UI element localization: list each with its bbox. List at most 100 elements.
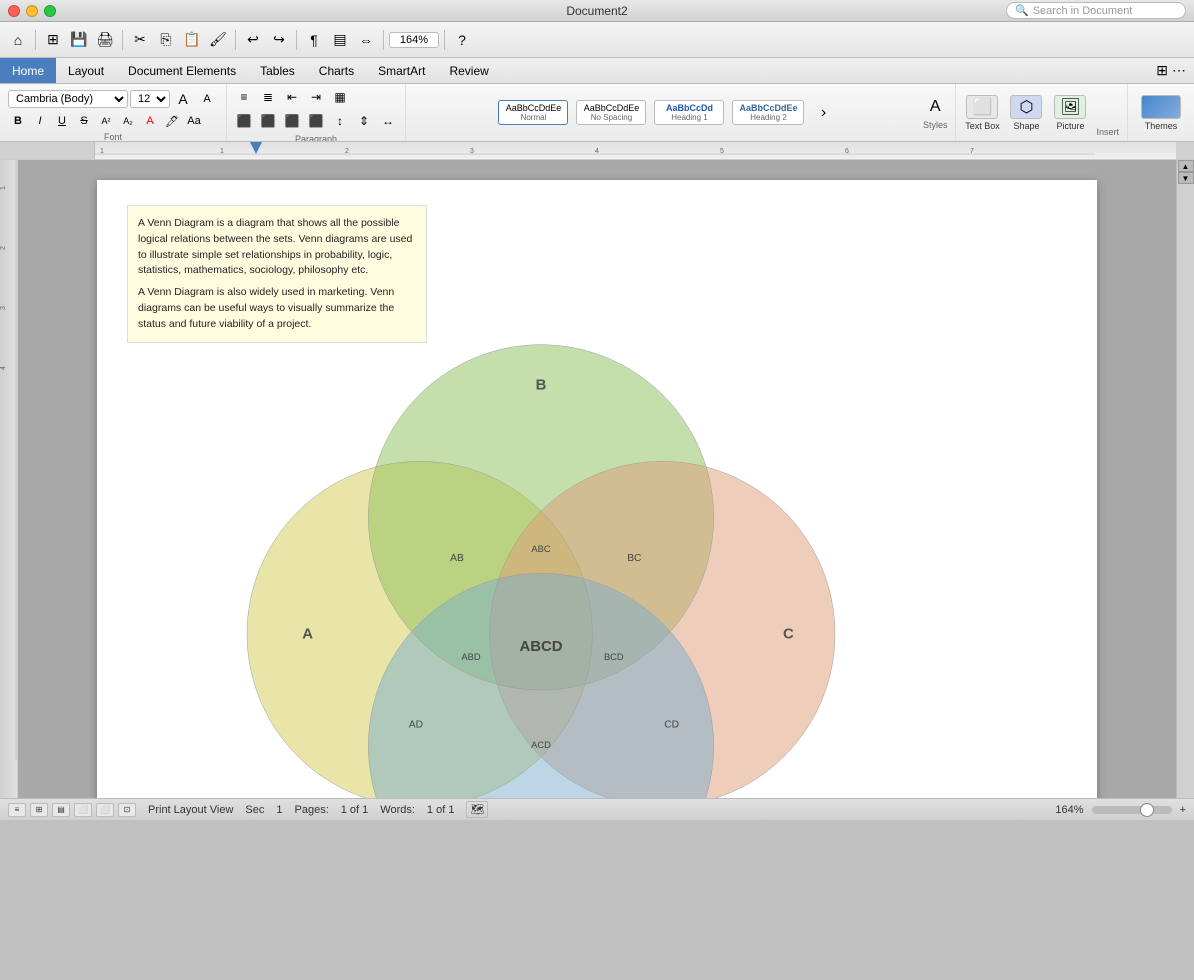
more-icon[interactable]: ⋯ — [1172, 62, 1186, 79]
minimize-button[interactable] — [26, 5, 38, 17]
section-label: Sec — [245, 804, 264, 816]
insert-picture[interactable]: 🖼 Picture — [1052, 95, 1088, 131]
font-name-select[interactable]: Cambria (Body) — [8, 90, 128, 108]
toolbar-sep-5 — [383, 30, 384, 50]
view-icon-2[interactable]: ⊞ — [30, 803, 48, 817]
themes-button[interactable]: Themes — [1136, 95, 1186, 131]
table-icon[interactable]: ⊞ — [41, 28, 65, 52]
view-icon-3[interactable]: ▤ — [52, 803, 70, 817]
font-color-btn[interactable]: A — [140, 112, 160, 130]
zoom-level[interactable]: 164% — [389, 32, 439, 48]
svg-text:6: 6 — [845, 148, 849, 155]
search-area[interactable]: 🔍 Search in Document — [1006, 2, 1186, 19]
subscript-btn[interactable]: A₂ — [118, 112, 138, 130]
styles-more-btn[interactable]: › — [812, 102, 834, 124]
menu-home[interactable]: Home — [0, 58, 56, 83]
change-styles-btn[interactable]: A — [924, 96, 946, 118]
svg-text:7: 7 — [970, 148, 974, 155]
status-right: 164% + — [1055, 804, 1186, 816]
label-abcd: ABCD — [519, 638, 562, 655]
menu-document-elements[interactable]: Document Elements — [116, 58, 248, 83]
svg-text:2: 2 — [345, 148, 349, 155]
style-no-spacing[interactable]: AaBbCcDdEe No Spacing — [576, 100, 646, 125]
para-spacing-btn[interactable]: ⇕ — [353, 110, 375, 132]
home-icon[interactable]: ⌂ — [6, 28, 30, 52]
bold-btn[interactable]: B — [8, 112, 28, 130]
font-grow-btn[interactable]: A — [172, 88, 194, 110]
underline-btn[interactable]: U — [52, 112, 72, 130]
map-icon[interactable]: 🗺 — [466, 801, 488, 818]
zoom-in-btn[interactable]: + — [1180, 804, 1186, 816]
align-center-btn[interactable]: ⬛ — [257, 110, 279, 132]
decrease-indent-btn[interactable]: ⇤ — [281, 86, 303, 108]
mirror-icon[interactable]: ⇔ — [354, 28, 378, 52]
insert-textbox[interactable]: ⬜ Text Box — [964, 95, 1000, 131]
align-justify-btn[interactable]: ⬛ — [305, 110, 327, 132]
ribbon: Cambria (Body) 12 A A B I U S A² A₂ A 🖊 … — [0, 84, 1194, 142]
undo-icon[interactable]: ↩ — [241, 28, 265, 52]
svg-text:3: 3 — [0, 306, 7, 310]
list-bullet-btn[interactable]: ≡ — [233, 86, 255, 108]
menu-charts[interactable]: Charts — [307, 58, 366, 83]
text-direction-btn[interactable]: ↔ — [377, 110, 399, 132]
save-icon[interactable]: 💾 — [67, 28, 91, 52]
label-bc: BC — [627, 553, 642, 564]
style-heading1[interactable]: AaBbCcDd Heading 1 — [654, 100, 724, 125]
layout-icon[interactable]: ▤ — [328, 28, 352, 52]
status-view-icons[interactable]: ≡ ⊞ ▤ ⬜ ⬜ ⊡ — [8, 803, 136, 817]
highlight-btn[interactable]: 🖊 — [162, 112, 182, 130]
close-button[interactable] — [8, 5, 20, 17]
font-section-label: Font — [8, 130, 218, 142]
page-area[interactable]: A Venn Diagram is a diagram that shows a… — [18, 160, 1176, 798]
paragraph-icon[interactable]: ¶ — [302, 28, 326, 52]
increase-indent-btn[interactable]: ⇥ — [305, 86, 327, 108]
font-shrink-btn[interactable]: A — [196, 88, 218, 110]
line-spacing-btn[interactable]: ↕ — [329, 110, 351, 132]
window-controls[interactable] — [8, 5, 56, 17]
view-icon-5[interactable]: ⬜ — [96, 803, 114, 817]
view-icon-4[interactable]: ⬜ — [74, 803, 92, 817]
search-box[interactable]: 🔍 Search in Document — [1006, 2, 1186, 19]
maximize-button[interactable] — [44, 5, 56, 17]
list-number-btn[interactable]: ≣ — [257, 86, 279, 108]
strikethrough-btn[interactable]: S — [74, 112, 94, 130]
menu-review[interactable]: Review — [437, 58, 500, 83]
insert-shape[interactable]: ⬡ Shape — [1008, 95, 1044, 131]
clear-format-btn[interactable]: Aa — [184, 112, 204, 130]
copy-icon[interactable]: ⎘ — [154, 28, 178, 52]
menu-layout[interactable]: Layout — [56, 58, 116, 83]
align-right-btn[interactable]: ⬛ — [281, 110, 303, 132]
cut-icon[interactable]: ✂ — [128, 28, 152, 52]
svg-text:3: 3 — [470, 148, 474, 155]
menu-smartart[interactable]: SmartArt — [366, 58, 437, 83]
ruler-left-margin — [0, 142, 95, 159]
title-bar: Document2 🔍 Search in Document — [0, 0, 1194, 22]
shape-icon: ⬡ — [1010, 95, 1042, 119]
redo-icon[interactable]: ↪ — [267, 28, 291, 52]
border-btn[interactable]: ▦ — [329, 86, 351, 108]
format-paint-icon[interactable]: 🖌 — [206, 28, 230, 52]
zoom-slider[interactable] — [1092, 806, 1172, 814]
right-scrollbar[interactable]: ▲ ▼ — [1176, 160, 1194, 798]
italic-btn[interactable]: I — [30, 112, 50, 130]
ruler-main[interactable]: 1 1 2 3 4 5 6 7 — [95, 142, 1176, 159]
section-num: 1 — [276, 804, 282, 816]
view-icon-6[interactable]: ⊡ — [118, 803, 136, 817]
zoom-slider-thumb[interactable] — [1140, 803, 1154, 817]
search-icon: 🔍 — [1015, 4, 1029, 17]
label-ab: AB — [450, 553, 464, 564]
style-heading2[interactable]: AaBbCcDdEe Heading 2 — [732, 100, 804, 125]
style-normal[interactable]: AaBbCcDdEe Normal — [498, 100, 568, 125]
menu-tables[interactable]: Tables — [248, 58, 307, 83]
help-icon[interactable]: ? — [450, 28, 474, 52]
paste-icon[interactable]: 📋 — [180, 28, 204, 52]
font-size-select[interactable]: 12 — [130, 90, 170, 108]
words-label: Words: — [380, 804, 415, 816]
superscript-btn[interactable]: A² — [96, 112, 116, 130]
label-abc: ABC — [531, 544, 550, 554]
print-icon[interactable]: 🖨 — [93, 28, 117, 52]
expand-icon[interactable]: ⊞ — [1156, 62, 1168, 79]
align-left-btn[interactable]: ⬛ — [233, 110, 255, 132]
main-area: 1 2 3 4 A Venn Diagram is a diagram that… — [0, 160, 1194, 798]
menu-right-controls[interactable]: ⊞ ⋯ — [1156, 62, 1194, 79]
